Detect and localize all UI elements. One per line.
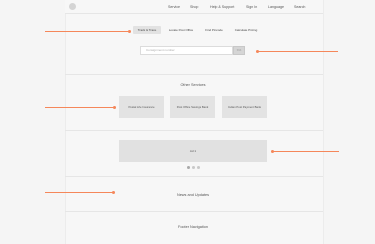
tab-track-trace[interactable]: Track & Trace [133, 26, 161, 34]
annotation-arrow-tabs [45, 31, 129, 32]
search-submit-button[interactable]: >>> [233, 46, 245, 55]
tab-calculate-pricing[interactable]: Calculate Pricing [230, 26, 262, 34]
divider [65, 176, 323, 177]
annotation-arrow-head [113, 106, 116, 109]
nav-shop[interactable]: Shop [190, 5, 198, 9]
annotation-arrow-head [271, 150, 274, 153]
ad-banner[interactable]: Ad 1 [119, 140, 267, 162]
service-card-savings-bank[interactable]: Post Office Savings Bank [170, 96, 215, 118]
nav-language[interactable]: Language [268, 5, 284, 9]
annotation-arrow-search [258, 51, 338, 52]
annotation-arrow-news [45, 192, 113, 193]
divider [65, 211, 323, 212]
nav-help-support[interactable]: Help & Support [210, 5, 234, 9]
divider [65, 74, 323, 75]
carousel-dot[interactable] [197, 166, 200, 169]
annotation-arrow-head [256, 50, 259, 53]
tab-find-pincode[interactable]: Find Pincode [201, 26, 227, 34]
nav-search[interactable]: Search [294, 5, 305, 9]
news-updates-title: News and Updates [176, 193, 210, 197]
annotation-arrow-ad [273, 151, 339, 152]
content-panel [65, 0, 324, 244]
service-card-postal-life-insurance[interactable]: Postal Life Insurance [119, 96, 164, 118]
other-services-title: Other Services [180, 83, 206, 87]
annotation-arrow-head [112, 191, 115, 194]
divider [65, 130, 323, 131]
nav-service[interactable]: Service [168, 5, 180, 9]
carousel-dot[interactable] [192, 166, 195, 169]
service-card-payment-bank[interactable]: Indian Post Payment Bank [222, 96, 267, 118]
footer-navigation-title: Footer Navigation [178, 225, 208, 229]
consignment-search-input[interactable]: Consignment number [140, 46, 233, 55]
nav-sign-in[interactable]: Sign In [246, 5, 257, 9]
annotation-arrow-head [128, 30, 131, 33]
tab-locate-post-office[interactable]: Locate Post Office [164, 26, 198, 34]
logo[interactable] [69, 3, 76, 10]
annotation-arrow-services [45, 107, 114, 108]
carousel-dot[interactable] [187, 166, 190, 169]
